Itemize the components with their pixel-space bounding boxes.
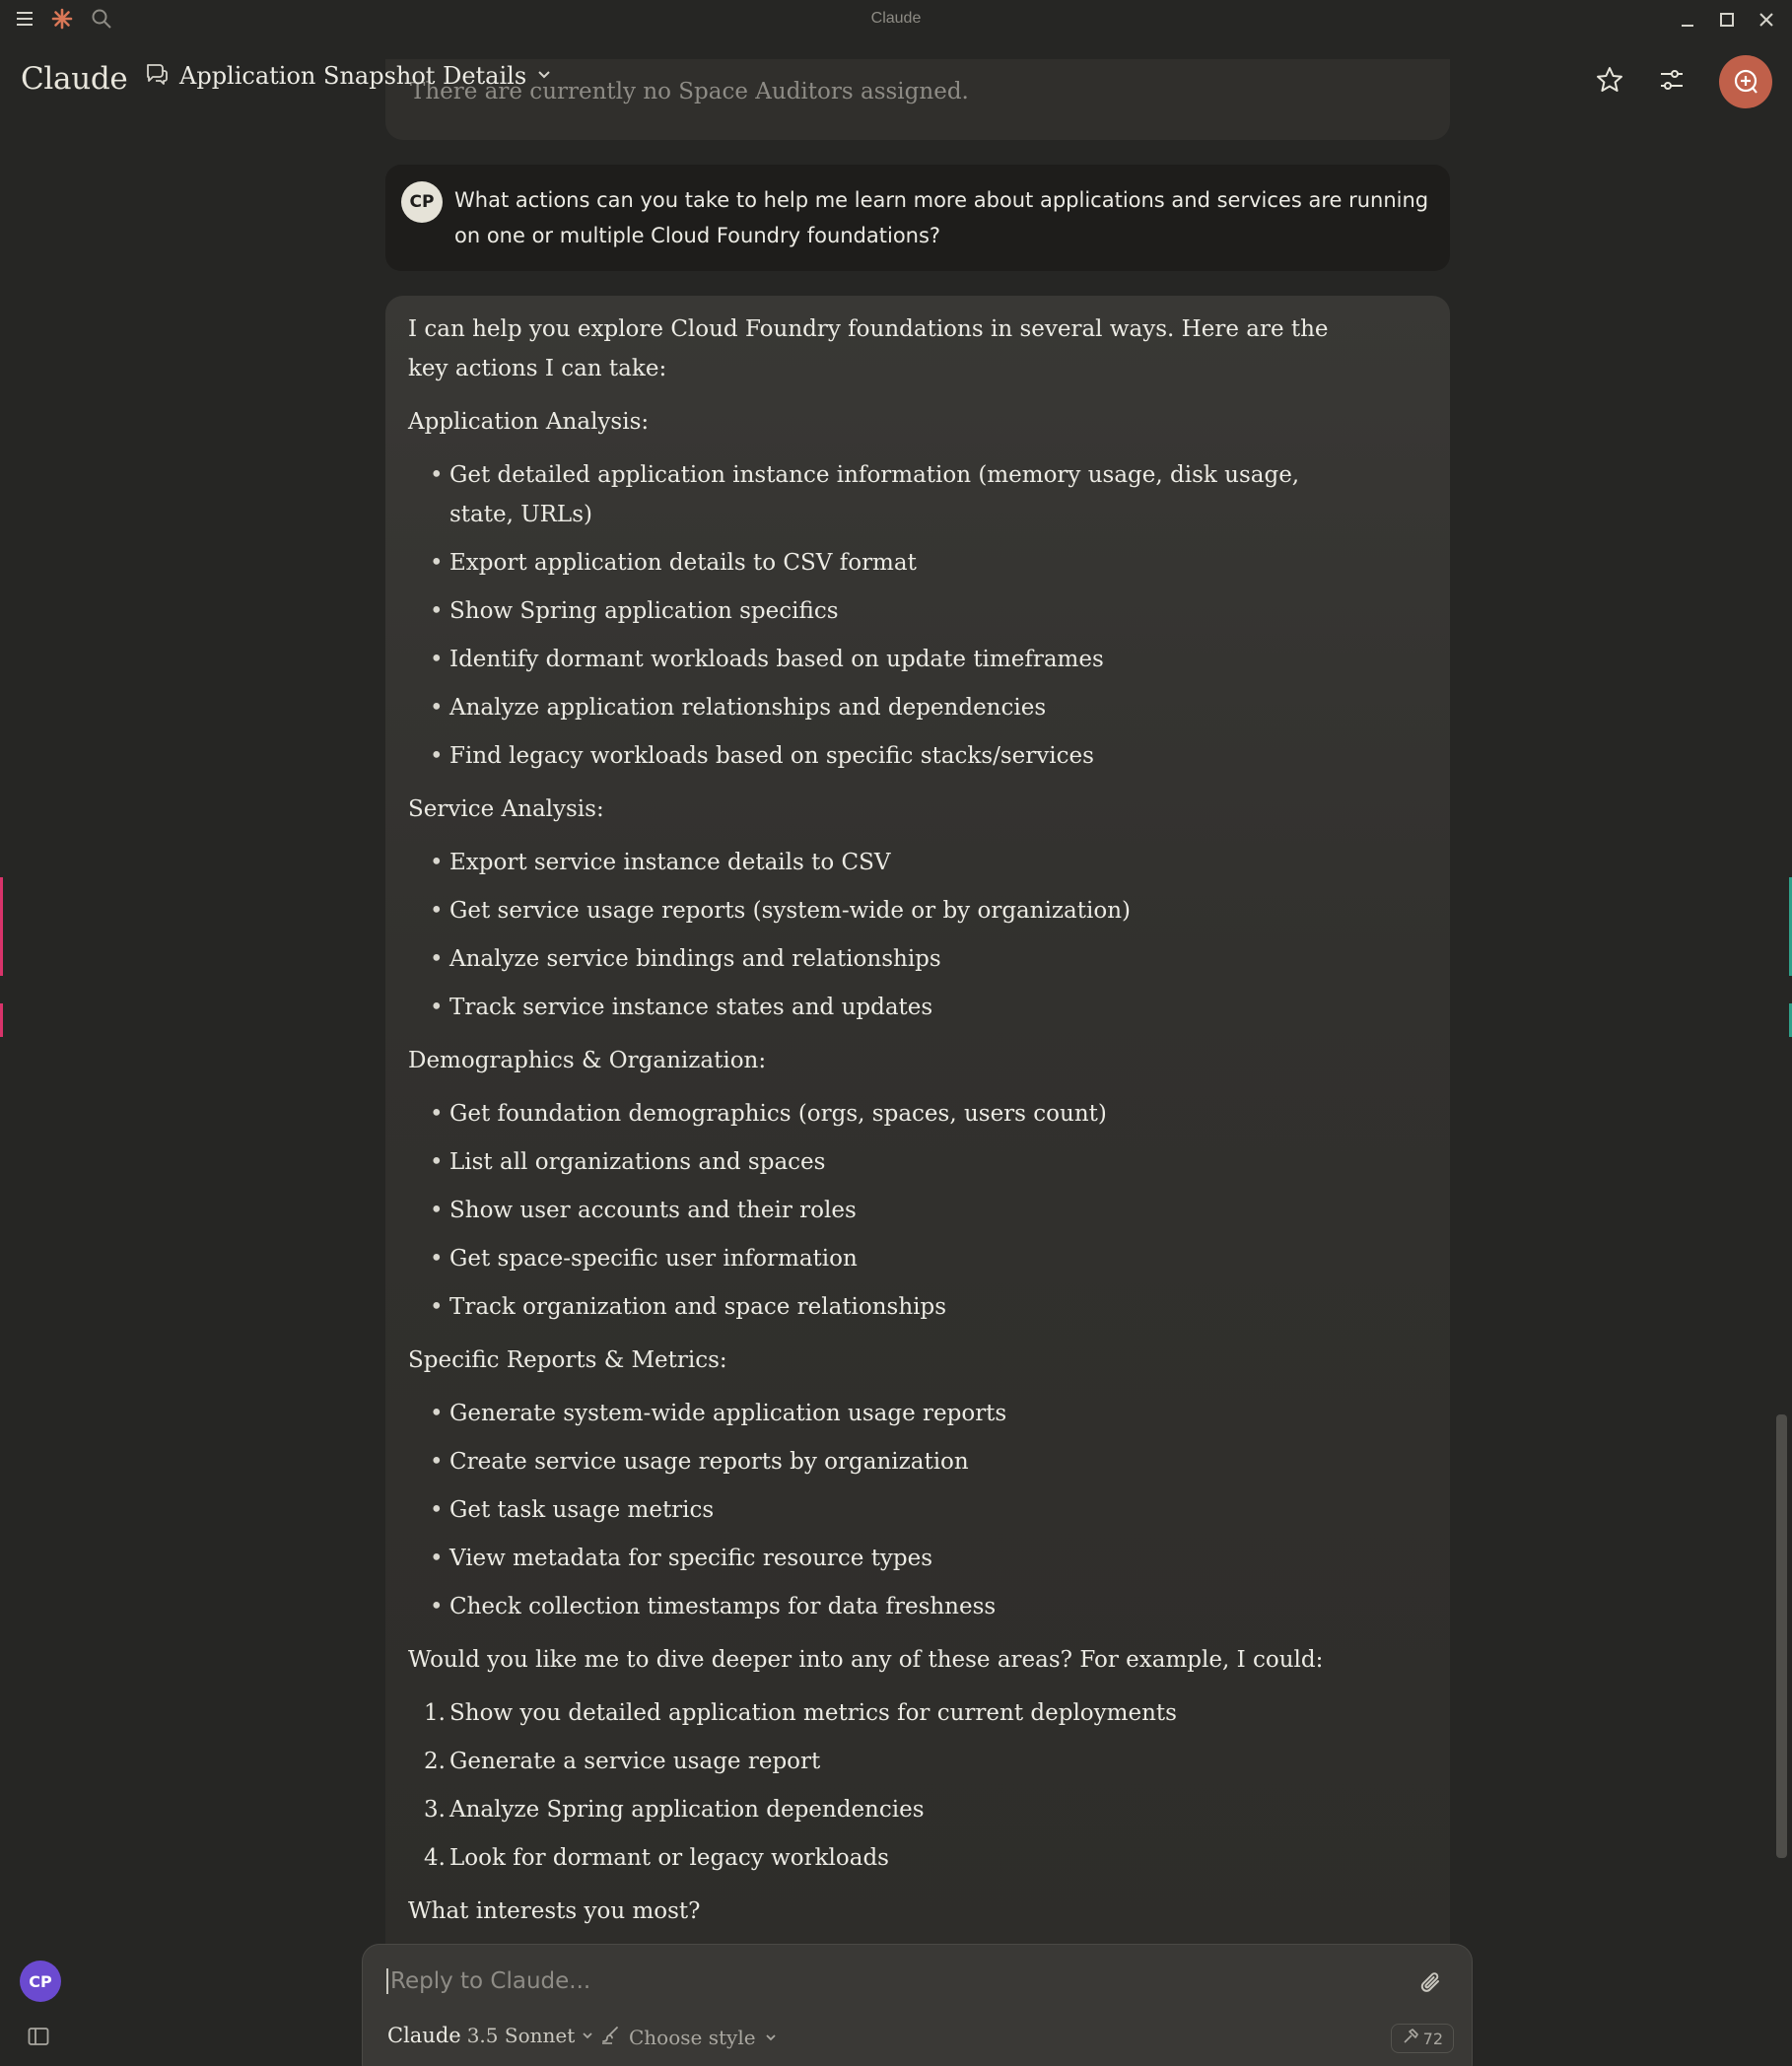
account-avatar[interactable]: CP bbox=[20, 1961, 61, 2002]
chat-column: There are currently no Space Auditors as… bbox=[385, 0, 1450, 2066]
window-edge-accent bbox=[0, 877, 3, 976]
reply-input[interactable]: Reply to Claude... bbox=[386, 1968, 590, 1994]
hammer-icon bbox=[1402, 2028, 1419, 2049]
list-item: 1. Show you detailed application metrics … bbox=[408, 1693, 1335, 1733]
list-item: Show Spring application specifics bbox=[408, 591, 1335, 631]
list-item-text: Generate a service usage report bbox=[449, 1749, 821, 1774]
brand-logo[interactable]: Claude bbox=[21, 61, 128, 97]
list-number: 4. bbox=[424, 1845, 446, 1871]
conversation-title-button[interactable]: Application Snapshot Details bbox=[144, 61, 552, 91]
list-item: View metadata for specific resource type… bbox=[408, 1539, 1335, 1578]
paperclip-icon[interactable] bbox=[1418, 1970, 1444, 2000]
list-item: Get space-specific user information bbox=[408, 1239, 1335, 1278]
user-avatar: CP bbox=[401, 181, 443, 223]
chevron-down-icon bbox=[536, 66, 552, 86]
app-header: Claude Application Snapshot Details bbox=[0, 41, 1792, 116]
list-item: Generate system-wide application usage r… bbox=[408, 1394, 1335, 1433]
header-actions bbox=[1595, 55, 1772, 108]
numbered-list: 1. Show you detailed application metrics … bbox=[408, 1693, 1426, 1878]
sliders-icon[interactable] bbox=[1658, 66, 1686, 98]
style-selector[interactable]: Choose style bbox=[599, 2024, 778, 2050]
window-controls bbox=[1674, 6, 1780, 34]
list-item: 2. Generate a service usage report bbox=[408, 1742, 1335, 1781]
minimize-icon[interactable] bbox=[1674, 6, 1701, 34]
bullet-list: Export service instance details to CSV G… bbox=[408, 843, 1426, 1027]
list-item: Get service usage reports (system-wide o… bbox=[408, 891, 1335, 930]
user-message-text: What actions can you take to help me lea… bbox=[454, 188, 1429, 247]
list-item: Find legacy workloads based on specific … bbox=[408, 736, 1335, 776]
tools-button[interactable]: 72 bbox=[1390, 2024, 1454, 2053]
list-number: 2. bbox=[424, 1749, 446, 1774]
assistant-message: I can help you explore Cloud Foundry fou… bbox=[385, 296, 1450, 1971]
new-chat-icon bbox=[1734, 69, 1758, 94]
assistant-intro: I can help you explore Cloud Foundry fou… bbox=[408, 316, 1329, 381]
section-heading: Specific Reports & Metrics: bbox=[408, 1347, 727, 1373]
list-item: Export application details to CSV format bbox=[408, 543, 1335, 583]
list-item: Export service instance details to CSV bbox=[408, 843, 1335, 882]
followup-question: Would you like me to dive deeper into an… bbox=[408, 1647, 1324, 1673]
scrollbar-thumb[interactable] bbox=[1776, 1414, 1787, 1858]
list-item: Analyze application relationships and de… bbox=[408, 688, 1335, 727]
list-item: Track organization and space relationshi… bbox=[408, 1287, 1335, 1327]
list-item: Show user accounts and their roles bbox=[408, 1191, 1335, 1230]
section-heading: Application Analysis: bbox=[408, 409, 650, 435]
style-label: Choose style bbox=[629, 2025, 756, 2049]
reply-composer: Reply to Claude... Claude 3.5 Sonnet Cho… bbox=[362, 1944, 1473, 2066]
model-name: Claude bbox=[387, 2024, 461, 2047]
conversation-title: Application Snapshot Details bbox=[179, 62, 527, 90]
sidebar-toggle-icon[interactable] bbox=[28, 2027, 49, 2050]
section-heading: Service Analysis: bbox=[408, 796, 604, 822]
list-item: Get detailed application instance inform… bbox=[408, 455, 1335, 534]
section-heading: Demographics & Organization: bbox=[408, 1048, 767, 1073]
list-item-text: Look for dormant or legacy workloads bbox=[449, 1845, 889, 1871]
list-item: Get task usage metrics bbox=[408, 1490, 1335, 1530]
window-edge-accent bbox=[0, 1003, 3, 1037]
user-message: CP What actions can you take to help me … bbox=[385, 165, 1450, 271]
list-item: Create service usage reports by organiza… bbox=[408, 1442, 1335, 1481]
new-chat-button[interactable] bbox=[1719, 55, 1772, 108]
maximize-icon[interactable] bbox=[1713, 6, 1741, 34]
list-item: List all organizations and spaces bbox=[408, 1142, 1335, 1182]
chevron-down-icon bbox=[581, 2028, 594, 2046]
chat-bubbles-icon bbox=[144, 61, 170, 91]
list-item: Analyze service bindings and relationshi… bbox=[408, 939, 1335, 979]
list-number: 1. bbox=[424, 1700, 446, 1726]
list-item: Track service instance states and update… bbox=[408, 988, 1335, 1027]
bullet-list: Get detailed application instance inform… bbox=[408, 455, 1426, 776]
list-item: 4. Look for dormant or legacy workloads bbox=[408, 1838, 1335, 1878]
list-item-text: Analyze Spring application dependencies bbox=[449, 1797, 925, 1823]
list-number: 3. bbox=[424, 1797, 446, 1823]
star-icon[interactable] bbox=[1595, 65, 1624, 99]
list-item: Get foundation demographics (orgs, space… bbox=[408, 1094, 1335, 1134]
model-version: 3.5 Sonnet bbox=[466, 2024, 576, 2047]
list-item: Identify dormant workloads based on upda… bbox=[408, 640, 1335, 679]
list-item: Check collection timestamps for data fre… bbox=[408, 1587, 1335, 1626]
model-selector[interactable]: Claude 3.5 Sonnet bbox=[387, 2024, 594, 2047]
list-item: 3. Analyze Spring application dependencie… bbox=[408, 1790, 1335, 1829]
brush-icon bbox=[599, 2024, 621, 2050]
list-item-text: Show you detailed application metrics fo… bbox=[449, 1700, 1177, 1726]
bullet-list: Get foundation demographics (orgs, space… bbox=[408, 1094, 1426, 1327]
closing-question: What interests you most? bbox=[408, 1898, 701, 1924]
bullet-list: Generate system-wide application usage r… bbox=[408, 1394, 1426, 1626]
tools-count: 72 bbox=[1422, 2029, 1443, 2048]
chevron-down-icon bbox=[764, 2026, 778, 2049]
close-icon[interactable] bbox=[1753, 6, 1780, 34]
